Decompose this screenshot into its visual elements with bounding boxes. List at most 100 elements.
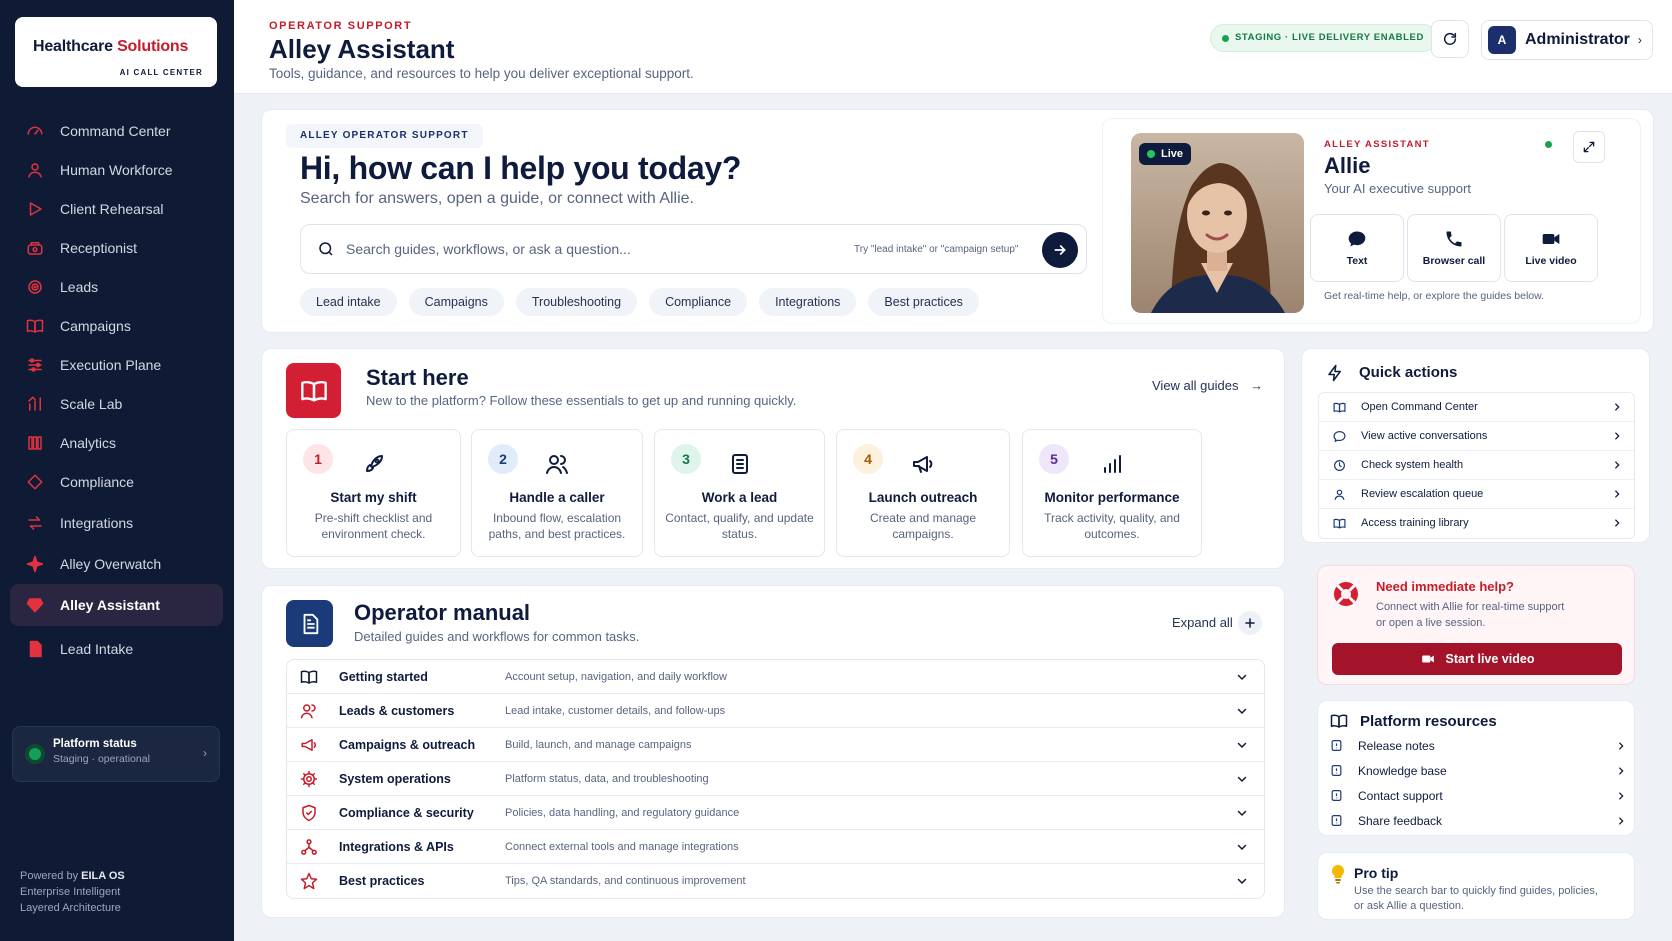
platform-status-title: Platform status (53, 738, 137, 750)
sidebar-item-command-center[interactable]: Command Center (10, 110, 223, 152)
chip-compliance[interactable]: Compliance (649, 288, 748, 316)
users-icon (300, 704, 316, 719)
text-channel-button[interactable]: Text (1310, 214, 1404, 282)
hero-kicker: ALLEY OPERATOR SUPPORT (286, 124, 483, 148)
sidebar-item-label: Client Rehearsal (60, 201, 164, 217)
sidebar-item-analytics[interactable]: Analytics (10, 422, 223, 464)
resource-label: Contact support (1358, 789, 1443, 803)
search-input[interactable]: Search guides, workflows, or ask a quest… (300, 224, 1087, 274)
sidebar-item-execution-plane[interactable]: Execution Plane (10, 344, 223, 386)
chip-integrations[interactable]: Integrations (759, 288, 857, 316)
view-all-guides-link[interactable]: View all guides → (1152, 378, 1263, 393)
manual-row-leads-customers[interactable]: Leads & customers Lead intake, customer d… (287, 694, 1264, 728)
sidebar-item-campaigns[interactable]: Campaigns (10, 305, 223, 347)
chip-lead-intake[interactable]: Lead intake (300, 288, 397, 316)
allie-kicker: ALLEY ASSISTANT (1324, 139, 1430, 150)
quick-action-label: Review escalation queue (1361, 488, 1484, 500)
page-header: OPERATOR SUPPORT Alley Assistant Tools, … (234, 0, 1672, 94)
rocket-icon (365, 455, 383, 472)
chevron-down-icon (1237, 708, 1247, 715)
quick-action-label: Open Command Center (1361, 401, 1478, 413)
manual-row-best-practices[interactable]: Best practices Tips, QA standards, and co… (287, 864, 1264, 898)
phone-icon (27, 242, 43, 255)
platform-status-card[interactable]: Platform status Staging · operational › (12, 726, 220, 782)
gem-icon (26, 598, 44, 613)
platform-resources-card: Platform resources Release notes Knowledg… (1317, 700, 1635, 836)
expand-all-button[interactable]: Expand all (1172, 615, 1233, 630)
chat-icon (1348, 231, 1366, 247)
quick-action-open-command-center[interactable]: Open Command Center (1319, 393, 1634, 422)
phone-icon (1446, 231, 1462, 247)
manual-row-title: Getting started (339, 670, 428, 684)
resource-contact-support[interactable]: Contact support (1330, 785, 1626, 807)
pro-tip-text: Use the search bar to quickly find guide… (1354, 885, 1598, 912)
book-icon (1333, 402, 1346, 413)
step-card-3[interactable]: 3 Work a lead Contact, qualify, and update… (654, 429, 825, 557)
expand-button[interactable] (1573, 131, 1605, 163)
sidebar-item-label: Execution Plane (60, 357, 162, 373)
sidebar-item-alley-assistant[interactable]: Alley Assistant (10, 584, 223, 626)
manual-row-getting-started[interactable]: Getting started Account setup, navigation… (287, 660, 1264, 694)
book-icon (1330, 714, 1348, 728)
start-live-video-button[interactable]: Start live video (1332, 643, 1622, 675)
health-icon (1334, 460, 1345, 471)
lightning-icon (1328, 364, 1341, 382)
sidebar-item-client-rehearsal[interactable]: Client Rehearsal (10, 188, 223, 230)
chip-best-practices[interactable]: Best practices (868, 288, 979, 316)
sidebar-item-label: Integrations (60, 515, 134, 531)
online-status-icon (1545, 141, 1552, 148)
sidebar-item-label: Human Workforce (60, 162, 173, 178)
browser-call-button[interactable]: Browser call (1407, 214, 1501, 282)
sidebar-item-receptionist[interactable]: Receptionist (10, 227, 223, 269)
step-card-4[interactable]: 4 Launch outreach Create and manage campai… (836, 429, 1010, 557)
plus-icon[interactable] (1238, 611, 1262, 635)
operator-manual-card: Operator manual Detailed guides and work… (261, 585, 1285, 918)
sidebar-item-alley-overwatch[interactable]: Alley Overwatch (10, 543, 223, 585)
arrow-right-icon (1054, 245, 1066, 255)
manual-row-compliance-security[interactable]: Compliance & security Policies, data hand… (287, 796, 1264, 830)
user-menu-button[interactable]: A Administrator › (1481, 20, 1653, 60)
resource-knowledge-base[interactable]: Knowledge base (1330, 760, 1626, 782)
manual-row-system-operations[interactable]: System operations Platform status, data, … (287, 762, 1264, 796)
quick-action-access-training-library[interactable]: Access training library (1319, 509, 1634, 538)
manual-row-title: System operations (339, 772, 451, 786)
manual-row-campaigns-outreach[interactable]: Campaigns & outreach Build, launch, and m… (287, 728, 1264, 762)
sidebar-item-lead-intake[interactable]: Lead Intake (10, 628, 223, 670)
sidebar-item-human-workforce[interactable]: Human Workforce (10, 149, 223, 191)
play-icon (29, 202, 42, 216)
allie-video-preview[interactable]: Live (1131, 133, 1304, 313)
step-title: Monitor performance (1044, 490, 1180, 505)
chevron-down-icon (1237, 844, 1247, 851)
resource-share-feedback[interactable]: Share feedback (1330, 810, 1626, 832)
sidebar-item-compliance[interactable]: Compliance (10, 461, 223, 503)
step-title: Launch outreach (868, 490, 978, 505)
quick-action-view-active-conversations[interactable]: View active conversations (1319, 422, 1634, 451)
quick-action-check-system-health[interactable]: Check system health (1319, 451, 1634, 480)
refresh-button[interactable] (1431, 20, 1469, 58)
step-description: Create and manage campaigns. (869, 511, 977, 541)
step-card-5[interactable]: 5 Monitor performance Track activity, qual… (1022, 429, 1202, 557)
manual-row-title: Best practices (339, 874, 425, 888)
resource-release-notes[interactable]: Release notes (1330, 735, 1626, 757)
step-card-2[interactable]: 2 Handle a caller Inbound flow, escalation… (471, 429, 643, 557)
chevron-down-icon (1237, 776, 1247, 783)
step-description: Track activity, quality, and outcomes. (1044, 511, 1180, 541)
manual-row-integrations-apis[interactable]: Integrations & APIs Connect external tool… (287, 830, 1264, 864)
users-icon (546, 455, 568, 474)
live-video-button[interactable]: Live video (1504, 214, 1598, 282)
integrations-icon (301, 839, 317, 855)
arrows-icon (28, 516, 42, 530)
search-submit-button[interactable] (1042, 232, 1078, 268)
manual-accordion: Getting started Account setup, navigation… (286, 659, 1265, 899)
quick-action-review-escalation-queue[interactable]: Review escalation queue (1319, 480, 1634, 509)
resource-label: Knowledge base (1358, 764, 1447, 778)
sidebar-item-leads[interactable]: Leads (10, 266, 223, 308)
brand-logo[interactable]: Healthcare Solutions AI CALL CENTER (15, 17, 217, 87)
avatar: A (1488, 26, 1516, 54)
sidebar-item-integrations[interactable]: Integrations (10, 502, 223, 544)
chevron-right-icon (1615, 461, 1620, 469)
step-card-1[interactable]: 1 Start my shift Pre-shift checklist and e… (286, 429, 461, 557)
sidebar-item-scale-lab[interactable]: Scale Lab (10, 383, 223, 425)
chip-troubleshooting[interactable]: Troubleshooting (515, 288, 638, 316)
chip-campaigns[interactable]: Campaigns (408, 288, 504, 316)
